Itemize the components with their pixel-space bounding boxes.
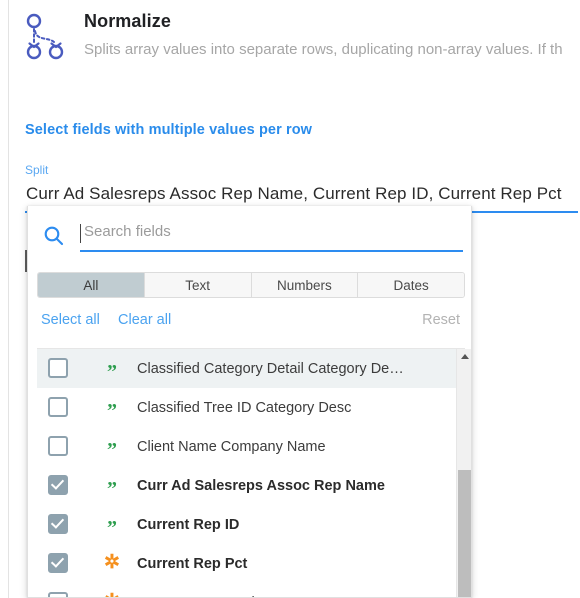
quote-icon: ” <box>107 360 117 383</box>
normalize-panel: Normalize Splits array values into separ… <box>0 0 580 598</box>
search-caret <box>80 224 81 243</box>
list-item[interactable]: ” Client Name Company Name <box>37 427 465 466</box>
field-checkbox[interactable] <box>48 436 68 456</box>
quote-icon: ” <box>107 516 117 539</box>
quote-icon: ” <box>107 438 117 461</box>
clear-all-link[interactable]: Clear all <box>118 312 171 328</box>
scroll-up-arrow[interactable] <box>457 349 471 364</box>
list-item[interactable]: ” Curr Ad Salesreps Assoc Rep Name <box>37 466 465 505</box>
section-heading: Select fields with multiple values per r… <box>25 122 313 138</box>
search-icon <box>42 224 66 248</box>
split-field-value[interactable]: Curr Ad Salesreps Assoc Rep Name, Curren… <box>26 184 562 204</box>
page-title: Normalize <box>84 11 171 31</box>
quote-icon: ” <box>107 399 117 422</box>
page-description: Splits array values into separate rows, … <box>84 41 563 58</box>
list-item[interactable]: ✲ Current Rep Level <box>37 583 465 598</box>
field-label: Current Rep Level <box>137 583 255 598</box>
list-item[interactable]: ” Current Rep ID <box>37 505 465 544</box>
field-checkbox[interactable] <box>48 592 68 597</box>
field-label: Classified Category Detail Category De… <box>137 360 404 377</box>
field-label: Client Name Company Name <box>137 438 326 455</box>
list-item[interactable]: ” Classified Category Detail Category De… <box>37 349 465 388</box>
search-row: Search fields <box>28 212 471 260</box>
field-picker-dropdown: Search fields All Text Numbers Dates Sel… <box>27 206 472 598</box>
list-item[interactable]: ✲ Current Rep Pct <box>37 544 465 583</box>
list-item[interactable]: ” Classified Tree ID Category Desc <box>37 388 465 427</box>
split-field-label: Split <box>25 163 49 177</box>
list-actions: Select all Clear all Reset <box>28 312 471 342</box>
field-checkbox[interactable] <box>48 475 68 495</box>
field-checkbox[interactable] <box>48 514 68 534</box>
quote-icon: ” <box>107 477 117 500</box>
reset-link[interactable]: Reset <box>422 312 460 328</box>
list-scrollbar[interactable] <box>456 349 471 597</box>
field-checkbox[interactable] <box>48 553 68 573</box>
select-all-link[interactable]: Select all <box>41 312 100 328</box>
field-list[interactable]: ” Classified Category Detail Category De… <box>37 349 465 598</box>
tab-numbers[interactable]: Numbers <box>251 273 359 297</box>
field-label: Current Rep Pct <box>137 555 248 572</box>
tab-all[interactable]: All <box>38 273 145 297</box>
header-text-group: Normalize Splits array values into separ… <box>84 8 580 61</box>
field-label: Classified Tree ID Category Desc <box>137 399 352 416</box>
search-placeholder: Search fields <box>84 223 171 240</box>
scrollbar-thumb[interactable] <box>458 470 471 597</box>
number-icon: ✲ <box>104 551 120 573</box>
panel-header: Normalize Splits array values into separ… <box>18 8 578 70</box>
field-label: Curr Ad Salesreps Assoc Rep Name <box>137 477 385 494</box>
normalize-node-icon <box>18 10 70 62</box>
tab-text[interactable]: Text <box>144 273 252 297</box>
search-underline <box>80 250 463 252</box>
field-type-tabs: All Text Numbers Dates <box>37 272 465 298</box>
field-checkbox[interactable] <box>48 397 68 417</box>
tab-dates[interactable]: Dates <box>358 273 464 297</box>
field-checkbox[interactable] <box>48 358 68 378</box>
field-label: Current Rep ID <box>137 516 240 533</box>
page-left-rule <box>8 0 9 598</box>
search-input[interactable]: Search fields <box>80 220 463 258</box>
number-icon: ✲ <box>101 592 123 598</box>
